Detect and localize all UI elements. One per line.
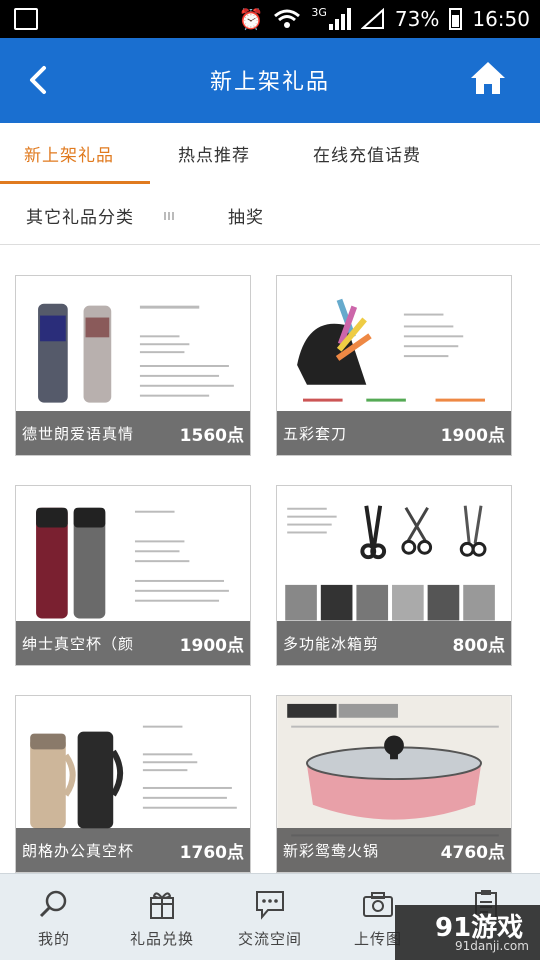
- nav-label: 我的: [37, 930, 70, 948]
- battery-percent: 73%: [394, 7, 440, 31]
- wifi-icon: [274, 9, 301, 28]
- product-caption: 绅士真空杯（颜 1900点: [16, 621, 250, 665]
- product-caption: 德世朗爱语真情 1560点: [16, 411, 250, 455]
- nav-community[interactable]: 交流空间: [216, 874, 324, 960]
- product-price: 1900点: [179, 635, 244, 656]
- product-card[interactable]: 朗格办公真空杯 1760点: [15, 695, 251, 873]
- scroll-indicator: [164, 212, 176, 220]
- product-name: 新彩鸳鸯火锅: [283, 841, 380, 860]
- product-card[interactable]: 五彩套刀 1900点: [276, 275, 512, 456]
- gift-icon: [150, 892, 174, 919]
- signal-icon: [328, 8, 351, 30]
- product-price: 1900点: [440, 425, 505, 446]
- tab-phone-recharge[interactable]: 在线充值话费: [313, 141, 421, 166]
- nav-label: 礼品兑换: [129, 930, 194, 948]
- product-price: 1760点: [179, 842, 244, 863]
- product-card[interactable]: 新彩鸳鸯火锅 4760点: [276, 695, 512, 873]
- product-name: 绅士真空杯（颜: [22, 634, 135, 653]
- product-caption: 朗格办公真空杯 1760点: [16, 828, 250, 872]
- product-card[interactable]: 绅士真空杯（颜 1900点: [15, 485, 251, 666]
- product-price: 800点: [452, 635, 506, 656]
- product-card[interactable]: 多功能冰箱剪 800点: [276, 485, 512, 666]
- product-name: 朗格办公真空杯: [22, 841, 135, 860]
- page-title: 新上架礼品: [209, 70, 330, 95]
- battery-icon: [449, 8, 463, 30]
- tab-other-categories[interactable]: 其它礼品分类: [26, 203, 134, 228]
- product-caption: 五彩套刀 1900点: [277, 411, 511, 455]
- nav-my[interactable]: 我的: [0, 874, 108, 960]
- app-header: 新上架礼品: [0, 38, 540, 123]
- nav-gift-exchange[interactable]: 礼品兑换: [108, 874, 216, 960]
- product-name: 德世朗爱语真情: [22, 424, 135, 443]
- alarm-icon: ⏰: [238, 7, 264, 31]
- image-notification-icon: [14, 8, 38, 30]
- product-price: 1560点: [179, 425, 244, 446]
- tab-lottery[interactable]: 抽奖: [228, 203, 264, 228]
- active-tab-indicator: [0, 181, 150, 184]
- tab-hot-recommend[interactable]: 热点推荐: [178, 141, 250, 166]
- camera-icon: [363, 892, 393, 917]
- tab-new-gifts[interactable]: 新上架礼品: [24, 141, 114, 166]
- network-type: 3G: [311, 6, 327, 19]
- status-bar: ⏰ 3G 73% 16:50: [0, 0, 540, 38]
- product-name: 多功能冰箱剪: [283, 634, 380, 653]
- clock: 16:50: [472, 7, 530, 31]
- search-icon: [39, 890, 67, 918]
- product-caption: 新彩鸳鸯火锅 4760点: [277, 828, 511, 872]
- product-caption: 多功能冰箱剪 800点: [277, 621, 511, 665]
- product-price: 4760点: [440, 842, 505, 863]
- watermark-url: 91danji.com: [455, 939, 529, 953]
- watermark: 91游戏 91danji.com: [395, 905, 540, 960]
- product-name: 五彩套刀: [283, 424, 348, 443]
- product-card[interactable]: 德世朗爱语真情 1560点: [15, 275, 251, 456]
- home-icon[interactable]: [468, 58, 508, 98]
- category-tabs: 新上架礼品 热点推荐 在线充值话费 其它礼品分类 抽奖: [0, 123, 540, 245]
- chat-icon: [256, 891, 284, 920]
- signal-empty-icon: [360, 8, 384, 29]
- nav-label: 交流空间: [237, 930, 302, 948]
